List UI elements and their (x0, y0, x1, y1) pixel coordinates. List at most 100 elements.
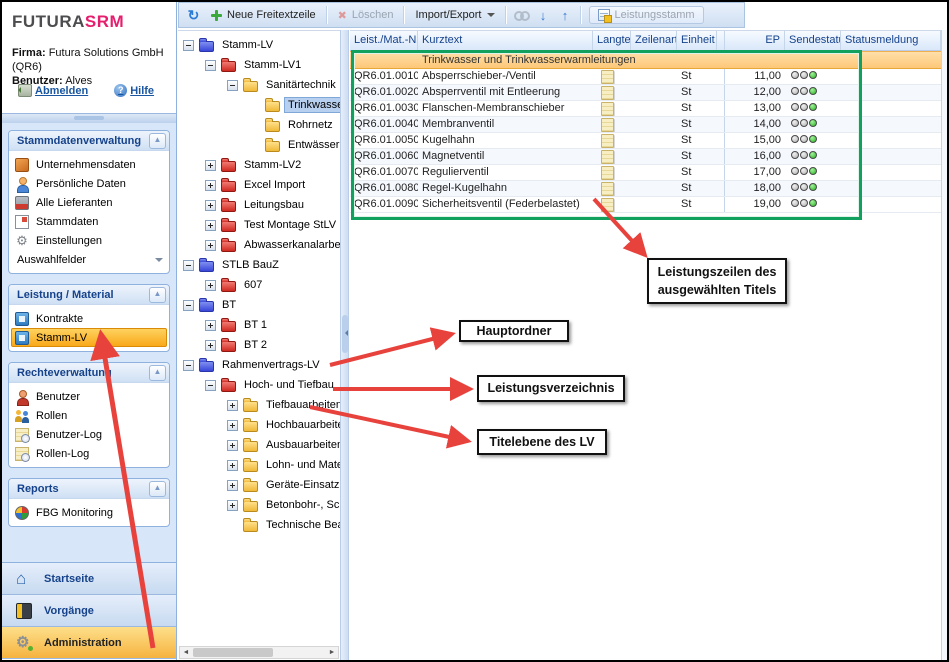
tree-node[interactable]: Abwasserkanalarbeiten (178, 235, 340, 255)
sidebar-item[interactable]: Rollen (9, 406, 169, 425)
column-header-kurztext[interactable]: Kurztext (418, 31, 593, 50)
tree-node[interactable]: Tiefbauarbeiten (178, 395, 340, 415)
sidebar-item[interactable]: Benutzer (9, 387, 169, 406)
neue-freitextzeile-button[interactable]: Neue Freitextzeile (208, 7, 319, 23)
tree-table-splitter[interactable] (340, 30, 349, 660)
tree-node[interactable]: Trinkwasser und (178, 95, 340, 115)
tree-node[interactable]: Hoch- und Tiefbau (178, 375, 340, 395)
tree-expander-icon[interactable] (205, 200, 216, 211)
tree-node[interactable]: Technische Bearbeit (178, 515, 340, 535)
tree-node[interactable]: Lohn- und Material-F (178, 455, 340, 475)
tree-node[interactable]: Sanitärtechnik (178, 75, 340, 95)
tree-expander-icon[interactable] (205, 180, 216, 191)
import-export-button[interactable]: Import/Export (412, 7, 497, 23)
splitter-grip-icon[interactable] (74, 116, 104, 120)
panel-header[interactable]: Leistung / Material▲ (9, 285, 169, 305)
table-row[interactable]: QR6.01.0040 Membranventil St 14,00 (350, 117, 941, 133)
sidebar-item[interactable]: FBG Monitoring (9, 503, 169, 522)
tree-expander-icon[interactable] (205, 320, 216, 331)
langtext-note-icon[interactable] (601, 150, 614, 164)
hilfe-link[interactable]: Hilfe (114, 84, 154, 97)
column-header-nr[interactable]: Leist./Mat.-Nr. (350, 31, 418, 50)
tree-node[interactable]: Entwässerung (178, 135, 340, 155)
collapse-icon[interactable]: ▲ (149, 481, 166, 497)
tree-node[interactable]: Geräte-Einsatzliste (178, 475, 340, 495)
bottom-nav-item[interactable]: Startseite (2, 563, 176, 595)
table-row[interactable]: QR6.01.0060 Magnetventil St 16,00 (350, 149, 941, 165)
tree-node[interactable]: Leitungsbau (178, 195, 340, 215)
sidebar-item[interactable]: Einstellungen (9, 231, 169, 250)
table-row[interactable]: QR6.01.0030 Flanschen-Membranschieber St… (350, 101, 941, 117)
tree-node[interactable]: Rohrnetz (178, 115, 340, 135)
tree-expander-icon[interactable] (183, 360, 194, 371)
abmelden-link[interactable]: Abmelden (18, 84, 88, 97)
tree-node[interactable]: Betonbohr-, Schneid (178, 495, 340, 515)
langtext-note-icon[interactable] (601, 118, 614, 132)
tree-node[interactable]: BT 2 (178, 335, 340, 355)
column-header-langtext[interactable]: Langtext (593, 31, 631, 50)
tree-node[interactable]: Ausbauarbeiten (178, 435, 340, 455)
table-row[interactable]: QR6.01.0020 Absperrventil mit Entleerung… (350, 85, 941, 101)
tree-node[interactable]: Hochbauarbeiten (178, 415, 340, 435)
langtext-note-icon[interactable] (601, 70, 614, 84)
sidebar-item[interactable]: Kontrakte (9, 309, 169, 328)
tree-expander-icon[interactable] (227, 420, 238, 431)
table-row[interactable]: QR6.01.0070 Regulierventil St 17,00 (350, 165, 941, 181)
loeschen-button[interactable]: ✖ Löschen (335, 7, 397, 24)
panel-header[interactable]: Rechteverwaltung▲ (9, 363, 169, 383)
bottom-nav-item[interactable]: Vorgänge (2, 595, 176, 627)
langtext-note-icon[interactable] (601, 182, 614, 196)
collapse-icon[interactable]: ▲ (149, 287, 166, 303)
langtext-note-icon[interactable] (601, 86, 614, 100)
group-title-row[interactable]: Trinkwasser und Trinkwasserwarmleitungen (350, 51, 941, 69)
sidebar-item[interactable]: Rollen-Log (9, 444, 169, 463)
tree-expander-icon[interactable] (205, 220, 216, 231)
sidebar-item[interactable]: Auswahlfelder (9, 250, 169, 269)
scrollbar-thumb[interactable] (193, 648, 273, 657)
sidebar-item[interactable]: Alle Lieferanten (9, 193, 169, 212)
tree-horizontal-scrollbar[interactable]: ◄ ► (179, 646, 339, 659)
link-icon[interactable] (514, 11, 529, 20)
tree-expander-icon[interactable] (205, 340, 216, 351)
tree-expander-icon[interactable] (183, 260, 194, 271)
langtext-note-icon[interactable] (601, 134, 614, 148)
tree-expander-icon[interactable] (205, 240, 216, 251)
column-header-sendestatus[interactable]: Sendestatus (785, 31, 841, 50)
tree-node[interactable]: Rahmenvertrags-LV (178, 355, 340, 375)
panel-header[interactable]: Reports▲ (9, 479, 169, 499)
table-row[interactable]: QR6.01.0050 Kugelhahn St 15,00 (350, 133, 941, 149)
langtext-note-icon[interactable] (601, 102, 614, 116)
tree-node[interactable]: Stamm-LV2 (178, 155, 340, 175)
tree-expander-icon[interactable] (205, 380, 216, 391)
tree-expander-icon[interactable] (205, 160, 216, 171)
column-header-zeilenart[interactable]: Zeilenart (631, 31, 677, 50)
panel-header[interactable]: Stammdatenverwaltung▲ (9, 131, 169, 151)
table-row[interactable]: QR6.01.0090 Sicherheitsventil (Federbela… (350, 197, 941, 213)
tree-expander-icon[interactable] (227, 80, 238, 91)
tree-expander-icon[interactable] (205, 60, 216, 71)
table-vertical-scrollbar[interactable] (941, 30, 947, 660)
tree-node[interactable]: Stamm-LV1 (178, 55, 340, 75)
column-header-ep[interactable]: EP (725, 31, 785, 50)
tree-expander-icon[interactable] (205, 280, 216, 291)
splitter-collapse-icon[interactable] (342, 315, 348, 353)
tree-node[interactable]: Test Montage StLV (178, 215, 340, 235)
tree-node[interactable]: Excel Import (178, 175, 340, 195)
leistungsstamm-button[interactable]: Leistungsstamm (589, 6, 704, 24)
column-header-einheit[interactable]: Einheit (677, 31, 717, 50)
tree-expander-icon[interactable] (227, 480, 238, 491)
tree-node[interactable]: 607 (178, 275, 340, 295)
refresh-icon[interactable]: ↻ (186, 8, 201, 22)
bottom-nav-item[interactable]: Administration (2, 627, 176, 659)
table-row[interactable]: QR6.01.0080 Regel-Kugelhahn St 18,00 (350, 181, 941, 197)
sidebar-item[interactable]: Benutzer-Log (9, 425, 169, 444)
scroll-right-icon[interactable]: ► (326, 647, 338, 658)
tree-expander-icon[interactable] (227, 500, 238, 511)
scroll-left-icon[interactable]: ◄ (180, 647, 192, 658)
move-down-icon[interactable]: ↓ (536, 8, 551, 23)
sidebar-item[interactable]: Unternehmensdaten (9, 155, 169, 174)
sidebar-item[interactable]: Persönliche Daten (9, 174, 169, 193)
tree-node[interactable]: BT (178, 295, 340, 315)
tree-expander-icon[interactable] (227, 440, 238, 451)
langtext-note-icon[interactable] (601, 166, 614, 180)
